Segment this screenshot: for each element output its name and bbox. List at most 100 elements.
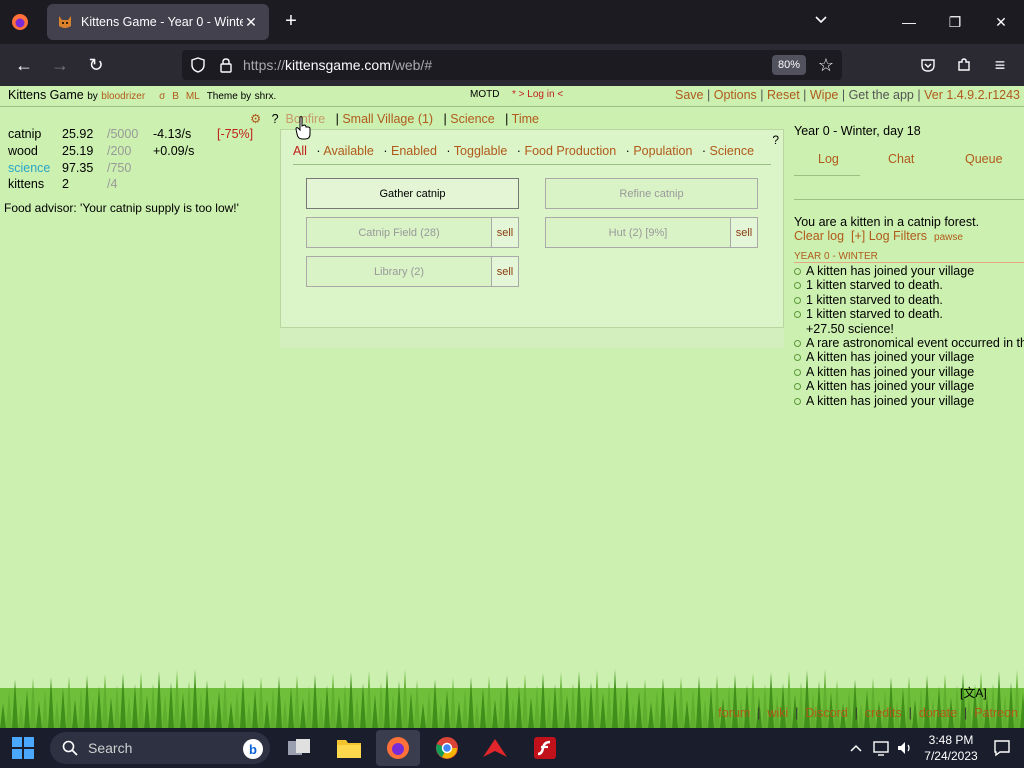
b-link[interactable]: B: [172, 91, 179, 102]
panel-help-icon[interactable]: ?: [772, 133, 779, 147]
chrome-taskbar-icon[interactable]: [433, 734, 461, 762]
help-icon[interactable]: ?: [272, 112, 279, 126]
back-arrow-icon[interactable]: ←: [12, 53, 36, 77]
filter-science[interactable]: Science: [710, 144, 754, 158]
tab-title: Kittens Game - Year 0 - Winter,: [81, 15, 243, 29]
motd-link[interactable]: MOTD: [470, 89, 499, 100]
volume-icon[interactable]: [894, 734, 916, 762]
sigma-link[interactable]: σ: [159, 91, 165, 102]
windows-start-icon[interactable]: [12, 737, 34, 759]
notifications-icon[interactable]: [988, 734, 1016, 762]
log-bullet-icon: [794, 383, 801, 391]
file-explorer-icon[interactable]: [335, 734, 363, 762]
sell-hut-button[interactable]: sell: [730, 217, 758, 248]
pocket-icon[interactable]: [916, 53, 940, 77]
resource-row-catnip[interactable]: catnip 25.92 /5000 -4.13/s [-75%]: [8, 126, 258, 143]
flash-player-taskbar-icon[interactable]: [531, 734, 559, 762]
tab-queue[interactable]: Queue: [965, 152, 1003, 166]
game-tabs: ⚙ ? Bonfire | Small Village (1) | Scienc…: [250, 112, 539, 126]
firefox-view-icon[interactable]: [8, 10, 32, 34]
tab-time[interactable]: Time: [512, 112, 539, 126]
reset-link[interactable]: Reset: [767, 88, 800, 102]
svg-text:b: b: [249, 742, 257, 757]
minimize-window-icon[interactable]: —: [894, 8, 924, 36]
footer-links: forum | wiki | Discord | credits | donat…: [718, 706, 1018, 720]
forward-arrow-icon[interactable]: →: [48, 53, 72, 77]
author-link[interactable]: bloodrizer: [101, 91, 145, 102]
resource-row-kittens[interactable]: kittens 2 /4: [8, 176, 258, 193]
url-text: https://kittensgame.com/web/#: [243, 57, 433, 73]
lock-icon[interactable]: [214, 53, 238, 77]
tab-log[interactable]: Log: [818, 152, 839, 166]
tab-small-village[interactable]: Small Village (1): [342, 112, 433, 126]
filter-enabled[interactable]: Enabled: [391, 144, 437, 158]
wiki-link[interactable]: wiki: [767, 706, 788, 720]
url-bar[interactable]: https://kittensgame.com/web/# 80% ☆: [182, 50, 842, 80]
sell-library-button[interactable]: sell: [491, 256, 519, 287]
firefox-taskbar-icon[interactable]: [384, 734, 412, 762]
clock-date: 7/24/2023: [924, 749, 978, 763]
options-link[interactable]: Options: [714, 88, 757, 102]
hamburger-menu-icon[interactable]: ≡: [988, 53, 1012, 77]
kittens-game-page: Kittens Game by bloodrizer σ B ML Theme …: [0, 86, 1024, 728]
browser-tab-active[interactable]: Kittens Game - Year 0 - Winter, ✕: [47, 4, 269, 40]
tab-science[interactable]: Science: [450, 112, 494, 126]
filter-population[interactable]: Population: [633, 144, 692, 158]
refine-catnip-button[interactable]: Refine catnip: [545, 178, 758, 209]
ml-link[interactable]: ML: [186, 91, 200, 102]
gather-catnip-button[interactable]: Gather catnip: [306, 178, 519, 209]
arrow-app-taskbar-icon[interactable]: [481, 734, 509, 762]
tab-close-icon[interactable]: ✕: [243, 14, 259, 31]
patreon-link[interactable]: Patreon: [974, 706, 1018, 720]
discord-link[interactable]: Discord: [805, 706, 847, 720]
reload-icon[interactable]: ↻: [84, 53, 108, 77]
taskbar-search-box[interactable]: Search b: [50, 732, 270, 764]
bing-icon[interactable]: b: [242, 738, 264, 760]
tab-chat[interactable]: Chat: [888, 152, 914, 166]
log-bullet-icon: [794, 368, 801, 376]
get-app-link[interactable]: Get the app: [849, 88, 914, 102]
theme-author[interactable]: shrx.: [255, 91, 277, 102]
bookmark-star-icon[interactable]: ☆: [814, 53, 838, 77]
catnip-field-button[interactable]: Catnip Field (28): [306, 217, 492, 248]
wipe-link[interactable]: Wipe: [810, 88, 838, 102]
extensions-puzzle-icon[interactable]: [952, 53, 976, 77]
new-tab-plus-icon[interactable]: +: [279, 10, 303, 34]
resource-row-wood[interactable]: wood 25.19 /200 +0.09/s: [8, 143, 258, 160]
panel-bottom-strip: [280, 328, 784, 348]
donate-link[interactable]: donate: [919, 706, 957, 720]
zoom-level-badge[interactable]: 80%: [772, 55, 806, 75]
shield-icon[interactable]: [186, 53, 210, 77]
forum-link[interactable]: forum: [718, 706, 750, 720]
log-item: A kitten has joined your village: [794, 394, 1024, 408]
settings-gear-icon[interactable]: ⚙: [250, 112, 261, 126]
close-window-icon[interactable]: ✕: [986, 8, 1016, 36]
filter-available[interactable]: Available: [323, 144, 374, 158]
credits-link[interactable]: credits: [865, 706, 902, 720]
show-hidden-icons-chevron-icon[interactable]: [846, 734, 866, 762]
restore-window-icon[interactable]: ❐: [940, 8, 970, 36]
game-credits: Kittens Game by bloodrizer σ B ML Theme …: [8, 88, 277, 102]
hut-button[interactable]: Hut (2) [9%]: [545, 217, 731, 248]
task-view-icon[interactable]: [285, 734, 313, 762]
clock-time: 3:48 PM: [928, 733, 974, 747]
log-item: A kitten has joined your village: [794, 365, 1024, 379]
filter-togglable[interactable]: Togglable: [454, 144, 508, 158]
system-clock[interactable]: 3:48 PM 7/24/2023: [924, 732, 978, 764]
log-item: A rare astronomical event occurred in th…: [794, 336, 1024, 350]
library-button[interactable]: Library (2): [306, 256, 492, 287]
save-link[interactable]: Save: [675, 88, 704, 102]
filter-all[interactable]: All: [293, 144, 307, 158]
network-icon[interactable]: [870, 734, 892, 762]
filter-food-production[interactable]: Food Production: [524, 144, 616, 158]
resource-row-science[interactable]: science 97.35 /750: [8, 159, 258, 176]
list-all-tabs-chevron-icon[interactable]: [814, 12, 836, 32]
language-switch[interactable]: [文A]: [960, 684, 987, 701]
clear-log-link[interactable]: Clear log: [794, 229, 844, 243]
log-bullet-icon: [794, 311, 801, 319]
login-link[interactable]: * > Log in <: [512, 89, 563, 100]
log-filters-link[interactable]: [+] Log Filters: [851, 229, 927, 243]
sell-catnip-field-button[interactable]: sell: [491, 217, 519, 248]
pawse-link[interactable]: pawse: [934, 232, 963, 243]
version-link[interactable]: Ver 1.4.9.2.r1243: [924, 88, 1020, 102]
